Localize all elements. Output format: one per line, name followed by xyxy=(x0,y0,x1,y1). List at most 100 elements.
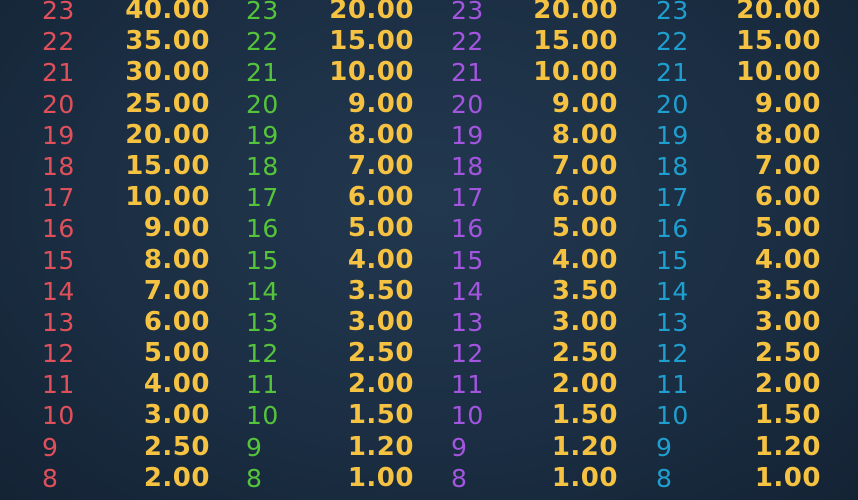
paytable-row: 13 3.00 xyxy=(246,307,414,338)
symbol-count: 21 xyxy=(656,58,689,88)
symbol-count: 9 xyxy=(656,432,673,462)
payout-value: 4.00 xyxy=(347,244,414,275)
paytable-row: 9 1.20 xyxy=(656,432,821,463)
paytable-row: 16 5.00 xyxy=(246,213,414,244)
symbol-count: 11 xyxy=(42,370,75,400)
symbol-count: 20 xyxy=(246,89,279,119)
symbol-count: 21 xyxy=(42,58,75,88)
payout-value: 9.00 xyxy=(754,88,821,119)
paytable-row: 12 2.50 xyxy=(451,338,618,369)
symbol-count: 13 xyxy=(246,307,279,337)
payout-value: 8.00 xyxy=(754,119,821,150)
paytable-row: 14 3.50 xyxy=(656,276,821,307)
payout-value: 15.00 xyxy=(125,150,210,181)
symbol-count: 15 xyxy=(42,245,75,275)
payout-value: 6.00 xyxy=(143,306,210,337)
payout-value: 9.00 xyxy=(143,213,210,244)
symbol-count: 14 xyxy=(451,276,484,306)
payout-value: 20.00 xyxy=(125,119,210,150)
paytable-row: 8 1.00 xyxy=(246,463,414,494)
paytable-row: 13 3.00 xyxy=(656,307,821,338)
payout-value: 40.00 xyxy=(125,0,210,25)
symbol-count: 14 xyxy=(42,276,75,306)
paytable-group-red: 23 40.00 22 35.00 21 30.00 20 25.00 19 20.00 18 15.… xyxy=(42,0,210,494)
paytable-row: 21 10.00 xyxy=(246,57,414,88)
symbol-count: 19 xyxy=(246,120,279,150)
symbol-count: 21 xyxy=(246,58,279,88)
paytable-row: 9 1.20 xyxy=(246,432,414,463)
payout-value: 4.00 xyxy=(551,244,618,275)
symbol-count: 17 xyxy=(246,183,279,213)
paytable-row: 11 2.00 xyxy=(451,369,618,400)
payout-value: 1.00 xyxy=(754,462,821,493)
symbol-count: 8 xyxy=(246,463,263,493)
payout-value: 1.50 xyxy=(754,400,821,431)
paytable-row: 23 20.00 xyxy=(656,0,821,26)
symbol-count: 12 xyxy=(42,339,75,369)
symbol-count: 10 xyxy=(451,401,484,431)
payout-value: 10.00 xyxy=(329,57,414,88)
payout-value: 4.00 xyxy=(754,244,821,275)
paytable-row: 21 30.00 xyxy=(42,57,210,88)
symbol-count: 10 xyxy=(656,401,689,431)
paytable-row: 10 3.00 xyxy=(42,400,210,431)
payout-value: 8.00 xyxy=(551,119,618,150)
paytable-row: 19 8.00 xyxy=(656,120,821,151)
symbol-count: 23 xyxy=(42,0,75,25)
payout-value: 1.20 xyxy=(551,431,618,462)
symbol-count: 16 xyxy=(42,214,75,244)
paytable-row: 20 9.00 xyxy=(451,89,618,120)
paytable-row: 19 8.00 xyxy=(451,120,618,151)
symbol-count: 13 xyxy=(656,307,689,337)
payout-value: 15.00 xyxy=(329,26,414,57)
payout-value: 2.50 xyxy=(754,338,821,369)
payout-value: 3.50 xyxy=(551,275,618,306)
paytable-row: 11 4.00 xyxy=(42,369,210,400)
paytable-row: 17 10.00 xyxy=(42,182,210,213)
payout-value: 1.50 xyxy=(551,400,618,431)
paytable-group-green: 23 20.00 22 15.00 21 10.00 20 9.00 19 8.00 18 7.00 1… xyxy=(246,0,414,494)
paytable-row: 12 2.50 xyxy=(656,338,821,369)
paytable-row: 8 1.00 xyxy=(656,463,821,494)
paytable-row: 15 4.00 xyxy=(246,245,414,276)
symbol-count: 11 xyxy=(451,370,484,400)
paytable-group-purple: 23 20.00 22 15.00 21 10.00 20 9.00 19 8.00 18 7.00 1… xyxy=(451,0,618,494)
symbol-count: 11 xyxy=(246,370,279,400)
paytable-row: 17 6.00 xyxy=(656,182,821,213)
symbol-count: 22 xyxy=(246,27,279,57)
symbol-count: 17 xyxy=(656,183,689,213)
paytable-row: 11 2.00 xyxy=(246,369,414,400)
payout-value: 10.00 xyxy=(736,57,821,88)
symbol-count: 9 xyxy=(246,432,263,462)
payout-value: 3.00 xyxy=(754,306,821,337)
payout-value: 30.00 xyxy=(125,57,210,88)
paytable-row: 23 20.00 xyxy=(246,0,414,26)
paytable-row: 8 1.00 xyxy=(451,463,618,494)
payout-value: 15.00 xyxy=(533,26,618,57)
symbol-count: 15 xyxy=(656,245,689,275)
payout-value: 7.00 xyxy=(551,150,618,181)
paytable-row: 10 1.50 xyxy=(246,400,414,431)
payout-value: 2.50 xyxy=(143,431,210,462)
paytable-row: 8 2.00 xyxy=(42,463,210,494)
paytable-row: 14 7.00 xyxy=(42,276,210,307)
paytable-row: 9 2.50 xyxy=(42,432,210,463)
payout-value: 8.00 xyxy=(143,244,210,275)
symbol-count: 15 xyxy=(451,245,484,275)
symbol-count: 13 xyxy=(42,307,75,337)
paytable-row: 9 1.20 xyxy=(451,432,618,463)
payout-value: 15.00 xyxy=(736,26,821,57)
symbol-count: 18 xyxy=(656,151,689,181)
payout-value: 2.00 xyxy=(143,462,210,493)
symbol-count: 17 xyxy=(42,183,75,213)
symbol-count: 18 xyxy=(42,151,75,181)
symbol-count: 18 xyxy=(246,151,279,181)
paytable-group-blue: 23 20.00 22 15.00 21 10.00 20 9.00 19 8.00 18 7.00 1… xyxy=(656,0,821,494)
symbol-count: 20 xyxy=(656,89,689,119)
payout-value: 10.00 xyxy=(125,182,210,213)
payout-value: 2.50 xyxy=(347,338,414,369)
paytable-row: 23 20.00 xyxy=(451,0,618,26)
paytable-row: 22 15.00 xyxy=(246,26,414,57)
paytable-row: 18 15.00 xyxy=(42,151,210,182)
symbol-count: 16 xyxy=(656,214,689,244)
